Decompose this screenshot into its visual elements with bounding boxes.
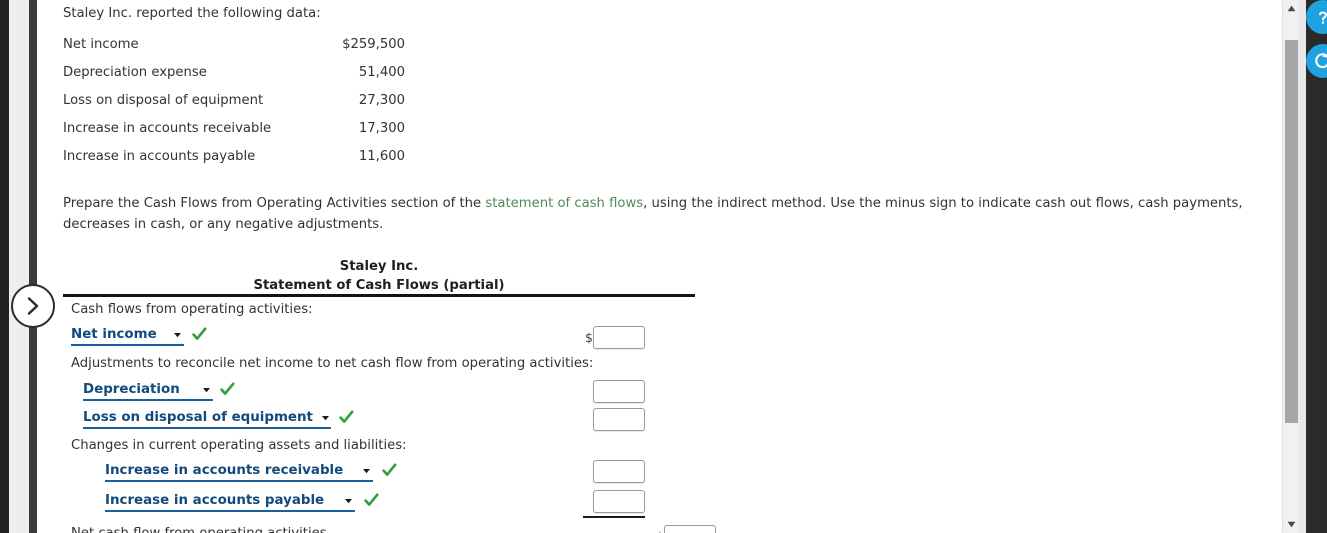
cash-flow-form: Cash flows from operating activities: Ne… xyxy=(63,299,1163,533)
row-amount: 27,300 xyxy=(358,92,405,108)
chevron-down-icon xyxy=(360,464,373,477)
dropdown-net-income[interactable]: Net income xyxy=(71,325,184,346)
left-outer-bar xyxy=(0,0,9,533)
correct-check-icon xyxy=(381,461,397,479)
input-loss-on-disposal-amount[interactable] xyxy=(593,408,645,431)
right-dark-bar xyxy=(1306,0,1327,533)
changes-header: Changes in current operating assets and … xyxy=(71,438,407,453)
scroll-up-arrow-icon[interactable] xyxy=(1283,0,1299,17)
correct-check-icon xyxy=(219,380,235,398)
chevron-right-icon xyxy=(22,295,44,317)
statement-heading: Staley Inc. Statement of Cash Flows (par… xyxy=(63,258,695,295)
net-cash-flow-dollar-sign: $ xyxy=(656,529,664,533)
correct-check-icon xyxy=(191,325,207,343)
table-row: Increase in accounts receivable 17,300 xyxy=(63,114,405,142)
row-label: Increase in accounts receivable xyxy=(63,120,272,136)
row-label: Increase in accounts payable xyxy=(63,148,256,164)
table-row: Loss on disposal of equipment 27,300 xyxy=(63,86,405,114)
reported-data-table: Net income $259,500 Depreciation expense… xyxy=(63,30,405,170)
dropdown-depreciation[interactable]: Depreciation xyxy=(83,380,213,401)
input-net-income-amount[interactable] xyxy=(593,326,645,349)
left-inner-bar xyxy=(29,0,37,533)
statement-of-cash-flows-link[interactable]: statement of cash flows xyxy=(485,196,643,211)
dropdown-depreciation-label: Depreciation xyxy=(83,382,180,397)
table-row: Increase in accounts payable 11,600 xyxy=(63,142,405,170)
left-light-strip xyxy=(9,0,29,533)
dropdown-accounts-receivable[interactable]: Increase in accounts receivable xyxy=(105,461,373,482)
table-row: Depreciation expense 51,400 xyxy=(63,58,405,86)
row-amount: 17,300 xyxy=(358,120,405,136)
screen-root: Staley Inc. reported the following data:… xyxy=(0,0,1327,533)
row-label: Depreciation expense xyxy=(63,64,207,80)
table-row: Net income $259,500 xyxy=(63,30,405,58)
dropdown-accounts-receivable-label: Increase in accounts receivable xyxy=(105,463,344,478)
chevron-down-icon xyxy=(171,328,184,341)
row-changes-header: Changes in current operating assets and … xyxy=(63,435,1163,460)
input-net-cash-flow-amount[interactable] xyxy=(664,525,716,533)
row-amount: $259,500 xyxy=(342,36,405,52)
row-net-income: Net income $ xyxy=(63,324,1163,353)
vertical-scrollbar[interactable] xyxy=(1282,0,1298,533)
operating-activities-header: Cash flows from operating activities: xyxy=(71,302,313,317)
row-net-cash-flow: Net cash flow from operating activities … xyxy=(63,521,1163,533)
net-cash-flow-label: Net cash flow from operating activities xyxy=(71,526,327,533)
net-income-dollar-sign: $ xyxy=(585,330,593,345)
scroll-down-arrow-icon[interactable] xyxy=(1283,516,1299,533)
expand-panel-button[interactable] xyxy=(11,284,55,328)
input-accounts-receivable-amount[interactable] xyxy=(593,460,645,483)
row-accounts-payable: Increase in accounts payable xyxy=(63,490,1163,521)
instructions-text: Prepare the Cash Flows from Operating Ac… xyxy=(63,193,1287,235)
row-amount: 51,400 xyxy=(358,64,405,80)
intro-text: Staley Inc. reported the following data: xyxy=(63,6,321,21)
row-operating-header: Cash flows from operating activities: xyxy=(63,299,1163,324)
company-name: Staley Inc. xyxy=(339,259,419,274)
input-accounts-payable-amount[interactable] xyxy=(593,490,645,513)
dropdown-loss-on-disposal[interactable]: Loss on disposal of equipment xyxy=(83,408,331,429)
chevron-down-icon xyxy=(319,411,332,424)
chevron-down-icon xyxy=(200,383,213,396)
dropdown-loss-on-disposal-label: Loss on disposal of equipment xyxy=(83,410,313,425)
row-adjustments-header: Adjustments to reconcile net income to n… xyxy=(63,353,1163,379)
row-accounts-receivable: Increase in accounts receivable xyxy=(63,460,1163,490)
row-label: Net income xyxy=(63,36,139,52)
input-depreciation-amount[interactable] xyxy=(593,380,645,403)
subtotal-rule xyxy=(583,516,645,518)
correct-check-icon xyxy=(338,408,354,426)
question-content-pane: Staley Inc. reported the following data:… xyxy=(37,0,1282,533)
row-loss-on-disposal: Loss on disposal of equipment xyxy=(63,407,1163,435)
row-amount: 11,600 xyxy=(358,148,405,164)
right-gap-strip xyxy=(1298,0,1306,533)
chevron-down-icon xyxy=(342,494,355,507)
row-depreciation: Depreciation xyxy=(63,379,1163,407)
statement-title: Statement of Cash Flows (partial) xyxy=(253,277,505,293)
adjustments-header: Adjustments to reconcile net income to n… xyxy=(71,356,594,371)
correct-check-icon xyxy=(363,491,379,509)
scrollbar-thumb[interactable] xyxy=(1285,40,1298,423)
instructions-part-1: Prepare the Cash Flows from Operating Ac… xyxy=(63,196,486,211)
row-label: Loss on disposal of equipment xyxy=(63,92,264,108)
statement-top-rule xyxy=(63,294,695,297)
dropdown-accounts-payable[interactable]: Increase in accounts payable xyxy=(105,491,355,512)
dropdown-net-income-label: Net income xyxy=(71,327,157,342)
dropdown-accounts-payable-label: Increase in accounts payable xyxy=(105,493,325,508)
